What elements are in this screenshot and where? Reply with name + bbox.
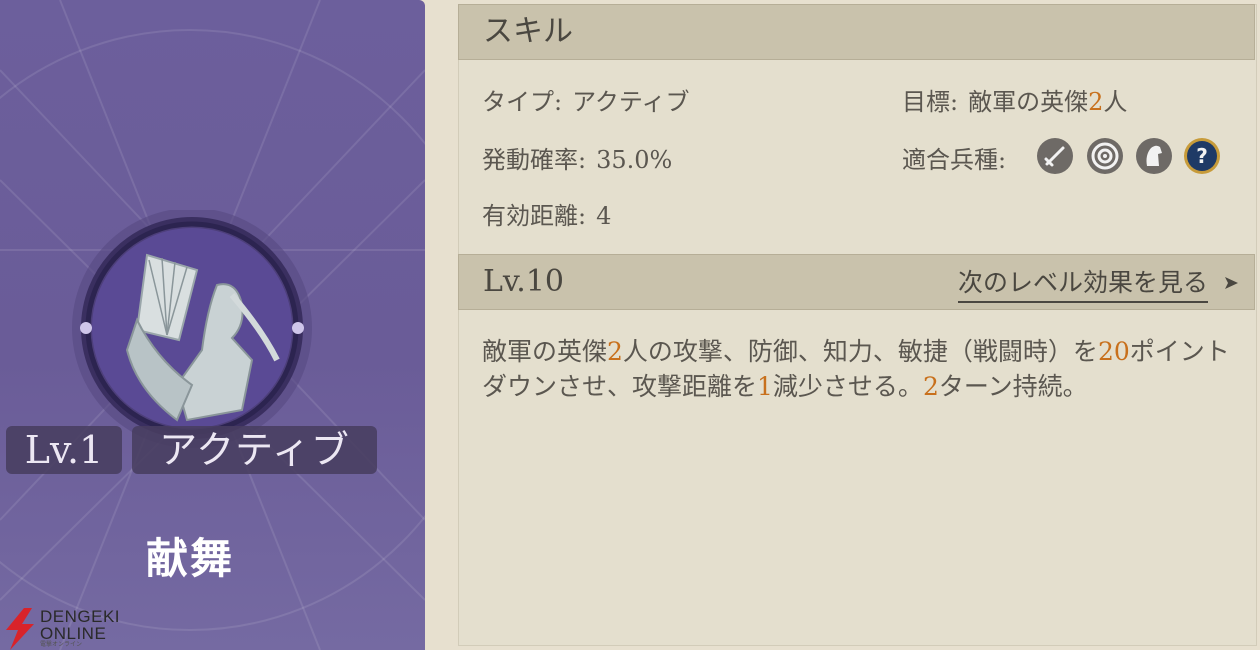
target-label: 目標:	[902, 88, 959, 116]
question-icon[interactable]: ?	[1183, 137, 1221, 175]
range-value: 4	[596, 202, 612, 230]
skill-type-badge: アクティブ	[132, 426, 377, 474]
skill-medallion-icon	[72, 210, 312, 448]
dengeki-online-logo: DENGEKI ONLINE 電撃オンライン	[2, 608, 127, 650]
logo-text-line1: DENGEKI	[40, 607, 121, 626]
range-label: 有効距離:	[482, 202, 587, 230]
skill-card: Lv.1 アクティブ 献舞 DENGEKI ONLINE 電撃オンライン	[0, 0, 425, 650]
level-title: Lv.10	[483, 264, 565, 299]
svg-text:?: ?	[1196, 144, 1208, 168]
logo-text-line3: 電撃オンライン	[40, 642, 83, 648]
lightning-bolt-icon	[6, 608, 34, 650]
next-level-effect-link[interactable]: 次のレベル効果を見る	[957, 265, 1208, 303]
level-section-header: Lv.10 次のレベル効果を見る	[458, 254, 1255, 310]
target-number: 2	[1088, 88, 1104, 116]
rate-label: 発動確率:	[482, 146, 587, 174]
chevron-right-icon[interactable]	[1222, 274, 1240, 292]
target-suffix: 人	[1103, 88, 1128, 116]
target-prefix: 敵軍の英傑	[968, 88, 1089, 116]
horse-icon[interactable]	[1135, 137, 1173, 175]
troop-types-row: 適合兵種:	[902, 140, 1006, 175]
target-icon[interactable]	[1086, 137, 1124, 175]
skill-level-badge: Lv.1	[6, 426, 122, 474]
effective-range-row: 有効距離: 4	[482, 196, 611, 231]
rate-value: 35.0%	[596, 146, 673, 174]
activation-rate-row: 発動確率: 35.0%	[482, 140, 672, 175]
type-value: アクティブ	[572, 88, 690, 116]
skill-description: 敵軍の英傑2人の攻撃、防御、知力、敏捷（戦闘時）を20ポイントダウンさせ、攻撃距…	[482, 337, 1230, 401]
skill-target-row: 目標: 敵軍の英傑2人	[902, 82, 1127, 117]
skill-type-row: タイプ: アクティブ	[482, 82, 689, 117]
logo-text-line2: ONLINE	[40, 624, 107, 643]
skill-section-title: スキル	[483, 14, 573, 49]
sword-icon[interactable]	[1036, 137, 1074, 175]
type-label: タイプ:	[482, 88, 563, 116]
skill-section-header: スキル	[458, 4, 1255, 60]
troops-label: 適合兵種:	[902, 146, 1007, 174]
skill-name: 献舞	[145, 534, 234, 583]
